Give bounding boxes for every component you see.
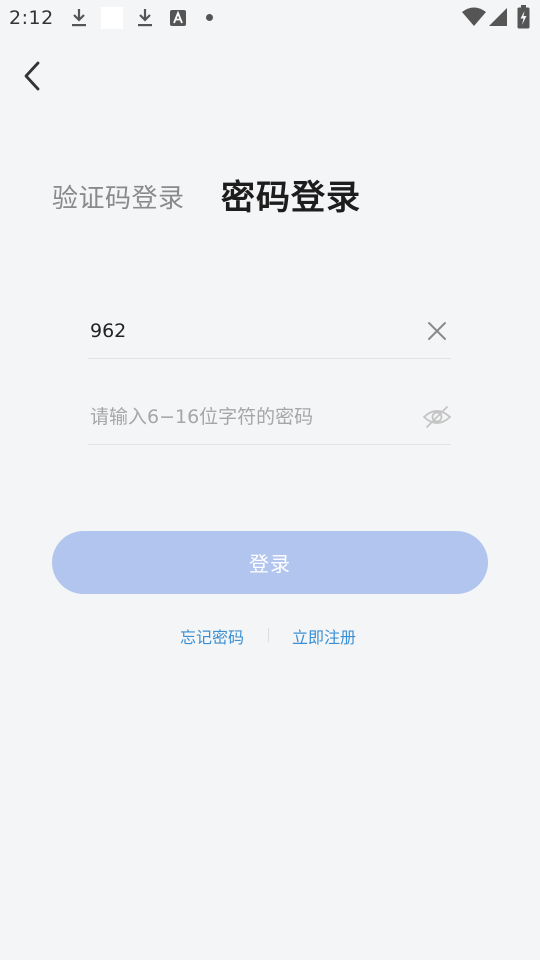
login-button[interactable]: 登录 [52, 531, 488, 594]
chevron-left-icon [24, 61, 40, 91]
auth-links: 忘记密码 立即注册 [0, 622, 540, 650]
close-icon[interactable] [423, 317, 451, 345]
blank-notification-icon [101, 7, 123, 29]
wifi-icon [462, 7, 486, 26]
password-input[interactable] [90, 400, 390, 434]
download-icon [138, 9, 152, 27]
dot-icon [206, 14, 213, 21]
signal-icon [489, 8, 507, 26]
battery-charging-icon [517, 5, 530, 29]
eye-off-icon[interactable] [423, 403, 451, 431]
a-box-icon [170, 10, 186, 26]
password-field-row [88, 390, 451, 445]
link-divider [268, 628, 269, 642]
download-icon [72, 9, 86, 27]
status-bar: 2:12 [0, 0, 540, 36]
register-link[interactable]: 立即注册 [292, 624, 356, 648]
account-input[interactable] [90, 314, 390, 348]
account-field-row [88, 304, 451, 359]
tab-sms-login[interactable]: 验证码登录 [52, 178, 185, 215]
status-time: 2:12 [9, 7, 54, 29]
back-button[interactable] [18, 58, 50, 94]
tab-password-login[interactable]: 密码登录 [221, 170, 361, 219]
forgot-password-link[interactable]: 忘记密码 [180, 624, 244, 648]
